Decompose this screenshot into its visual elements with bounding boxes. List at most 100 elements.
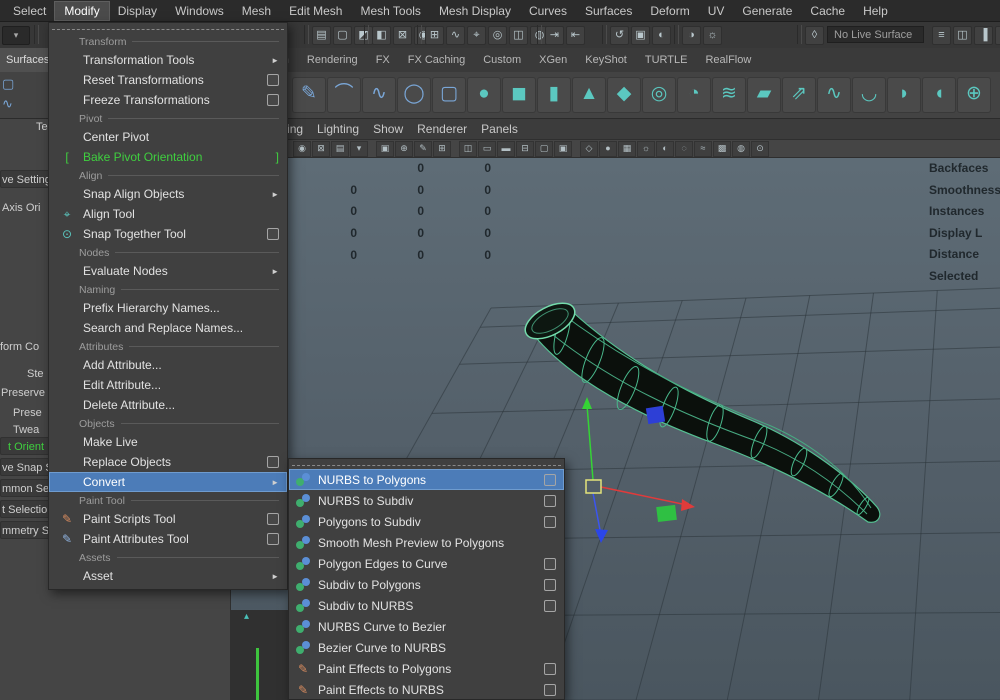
textured-mode-icon[interactable]: ▦ bbox=[618, 141, 636, 157]
live-surface-field[interactable]: No Live Surface bbox=[827, 26, 924, 43]
submenu-item-nurbs-to-subdiv-optionbox[interactable] bbox=[544, 495, 556, 507]
nurbs-cube-icon[interactable]: ◼ bbox=[502, 77, 536, 113]
submenu-item-paint-effects-to-polygons[interactable]: ✎Paint Effects to Polygons bbox=[289, 658, 564, 679]
menu-item-paint-scripts-tool[interactable]: ✎Paint Scripts Tool bbox=[49, 509, 287, 529]
select-camera-icon[interactable]: ◉ bbox=[293, 141, 311, 157]
camera-attributes-icon[interactable]: ▤ bbox=[331, 141, 349, 157]
menu-item-prefix-hierarchy-names[interactable]: Prefix Hierarchy Names... bbox=[49, 298, 287, 318]
submenu-item-paint-effects-to-nurbs-optionbox[interactable] bbox=[544, 684, 556, 696]
menubar-item-mesh[interactable]: Mesh bbox=[233, 2, 280, 20]
snap-to-grids-icon[interactable]: ⊞ bbox=[425, 26, 444, 45]
bevel-plus-icon[interactable]: ◖ bbox=[922, 77, 956, 113]
menu-item-align-tool[interactable]: ⌖Align Tool bbox=[49, 204, 287, 224]
sort-icon[interactable]: ≡ bbox=[932, 26, 951, 45]
submenu-item-polygons-to-subdiv[interactable]: Polygons to Subdiv bbox=[289, 511, 564, 532]
live-surface-icon[interactable]: ◊ bbox=[805, 26, 824, 45]
menubar-item-uv[interactable]: UV bbox=[699, 2, 734, 20]
manipulator-x-axis[interactable] bbox=[601, 487, 687, 505]
nurbs-plane-icon[interactable]: ◆ bbox=[607, 77, 641, 113]
select-by-hierarchy-icon[interactable]: ▤ bbox=[312, 26, 331, 45]
menubar-item-windows[interactable]: Windows bbox=[166, 2, 233, 20]
manipulator-z-arrow-icon[interactable] bbox=[595, 529, 608, 543]
submenu-item-smooth-mesh-preview-to-polygons[interactable]: Smooth Mesh Preview to Polygons bbox=[289, 532, 564, 553]
manipulator-y-arrow-icon[interactable] bbox=[582, 397, 592, 409]
snap-to-curves-icon[interactable]: ∿ bbox=[446, 26, 465, 45]
safe-action-icon[interactable]: ▢ bbox=[535, 141, 553, 157]
menu-item-convert[interactable]: Convert► bbox=[49, 472, 287, 492]
nurbs-tube-object[interactable] bbox=[520, 296, 880, 522]
menubar-item-generate[interactable]: Generate bbox=[733, 2, 801, 20]
menu-item-snap-align-objects[interactable]: Snap Align Objects► bbox=[49, 184, 287, 204]
snap-to-projected-center-icon[interactable]: ◎ bbox=[488, 26, 507, 45]
shelf-tab-rendering[interactable]: Rendering bbox=[307, 54, 358, 66]
menu-item-replace-objects-optionbox[interactable] bbox=[267, 456, 279, 468]
menu-item-paint-scripts-tool-optionbox[interactable] bbox=[267, 513, 279, 525]
menubar-item-deform[interactable]: Deform bbox=[641, 2, 698, 20]
curve-pencil-tool-icon[interactable]: ✎ bbox=[292, 77, 326, 113]
render-settings-icon[interactable]: ☼ bbox=[703, 26, 722, 45]
bezier-curve-tool-icon[interactable]: ∿ bbox=[362, 77, 396, 113]
selection-mask-icon[interactable]: ◧ bbox=[372, 26, 391, 45]
menubar-item-display[interactable]: Display bbox=[109, 2, 166, 20]
panel-toggle-icon[interactable]: ◫ bbox=[953, 26, 972, 45]
menubar-item-modify[interactable]: Modify bbox=[55, 2, 108, 20]
statusline-group-separator[interactable] bbox=[537, 25, 542, 44]
safe-title-icon[interactable]: ▣ bbox=[554, 141, 572, 157]
shelf-tab-keyshot[interactable]: KeyShot bbox=[585, 54, 627, 66]
film-gate-icon[interactable]: ◫ bbox=[459, 141, 477, 157]
inputs-to-selected-icon[interactable]: ⇥ bbox=[545, 26, 564, 45]
shelf-tab-fx[interactable]: FX bbox=[376, 54, 390, 66]
statusline-group-separator[interactable] bbox=[417, 25, 422, 44]
nurbs-sphere-icon[interactable]: ● bbox=[467, 77, 501, 113]
menu-item-freeze-transformations-optionbox[interactable] bbox=[267, 94, 279, 106]
statusline-group-separator[interactable] bbox=[304, 25, 309, 44]
planar-icon[interactable]: ▰ bbox=[747, 77, 781, 113]
menu-item-paint-attributes-tool[interactable]: ✎Paint Attributes Tool bbox=[49, 529, 287, 549]
panel-menu-lighting[interactable]: Lighting bbox=[317, 122, 359, 136]
curve-tool-icon[interactable]: ∿ bbox=[2, 96, 13, 112]
loft-icon[interactable]: ≋ bbox=[712, 77, 746, 113]
construction-history-icon[interactable]: ↺ bbox=[610, 26, 629, 45]
menu-item-edit-attribute[interactable]: Edit Attribute... bbox=[49, 375, 287, 395]
statusline-group-separator[interactable] bbox=[34, 25, 39, 44]
shadows-icon[interactable]: ◐ bbox=[656, 141, 674, 157]
shelf-tab-realflow[interactable]: RealFlow bbox=[705, 54, 751, 66]
lock-selection-icon[interactable]: ⊠ bbox=[393, 26, 412, 45]
isolate-select-icon[interactable]: ⊙ bbox=[751, 141, 769, 157]
statusline-group-separator[interactable] bbox=[797, 25, 802, 44]
open-render-view-icon[interactable]: ▣ bbox=[631, 26, 650, 45]
menu-tearoff-handle[interactable] bbox=[52, 24, 284, 30]
menu-item-reset-transformations[interactable]: Reset Transformations bbox=[49, 70, 287, 90]
manipulator-plane-handle-blue[interactable] bbox=[646, 406, 665, 424]
grid-icon[interactable]: ⊞ bbox=[433, 141, 451, 157]
submenu-item-subdiv-to-polygons-optionbox[interactable] bbox=[544, 579, 556, 591]
snap-to-points-icon[interactable]: ⌖ bbox=[467, 26, 486, 45]
menu-item-snap-together-tool[interactable]: ⊙Snap Together Tool bbox=[49, 224, 287, 244]
panel-menu-panels[interactable]: Panels bbox=[481, 122, 518, 136]
submenu-item-paint-effects-to-polygons-optionbox[interactable] bbox=[544, 663, 556, 675]
menu-item-add-attribute[interactable]: Add Attribute... bbox=[49, 355, 287, 375]
manipulator-plane-handle-green[interactable] bbox=[656, 505, 677, 522]
submenu-item-paint-effects-to-nurbs[interactable]: ✎Paint Effects to NURBS bbox=[289, 679, 564, 700]
menu-item-transformation-tools[interactable]: Transformation Tools► bbox=[49, 50, 287, 70]
lock-camera-icon[interactable]: ⊠ bbox=[312, 141, 330, 157]
revolve-icon[interactable]: ◔ bbox=[677, 77, 711, 113]
pan-zoom-2d-icon[interactable]: ⊕ bbox=[395, 141, 413, 157]
nurbs-cylinder-icon[interactable]: ▮ bbox=[537, 77, 571, 113]
menubar-item-select[interactable]: Select bbox=[4, 2, 55, 20]
birail-icon[interactable]: ∿ bbox=[817, 77, 851, 113]
menu-item-center-pivot[interactable]: Center Pivot bbox=[49, 127, 287, 147]
menubar-item-cache[interactable]: Cache bbox=[801, 2, 854, 20]
render-current-frame-icon[interactable]: ◐ bbox=[652, 26, 671, 45]
sidebar-toggle-icon[interactable]: ▐ bbox=[974, 26, 993, 45]
nurbs-circle-icon[interactable]: ◯ bbox=[397, 77, 431, 113]
panel-menu-renderer[interactable]: Renderer bbox=[417, 122, 467, 136]
submenu-item-bezier-curve-to-nurbs[interactable]: Bezier Curve to NURBS bbox=[289, 637, 564, 658]
gate-mask-icon[interactable]: ▬ bbox=[497, 141, 515, 157]
stitch-icon[interactable]: ⊕ bbox=[957, 77, 991, 113]
nurbs-square-icon[interactable]: ▢ bbox=[2, 76, 14, 92]
resolution-gate-icon[interactable]: ▭ bbox=[478, 141, 496, 157]
shelf-tab-turtle[interactable]: TURTLE bbox=[645, 54, 688, 66]
nurbs-cone-icon[interactable]: ▲ bbox=[572, 77, 606, 113]
menubar-item-edit-mesh[interactable]: Edit Mesh bbox=[280, 2, 351, 20]
